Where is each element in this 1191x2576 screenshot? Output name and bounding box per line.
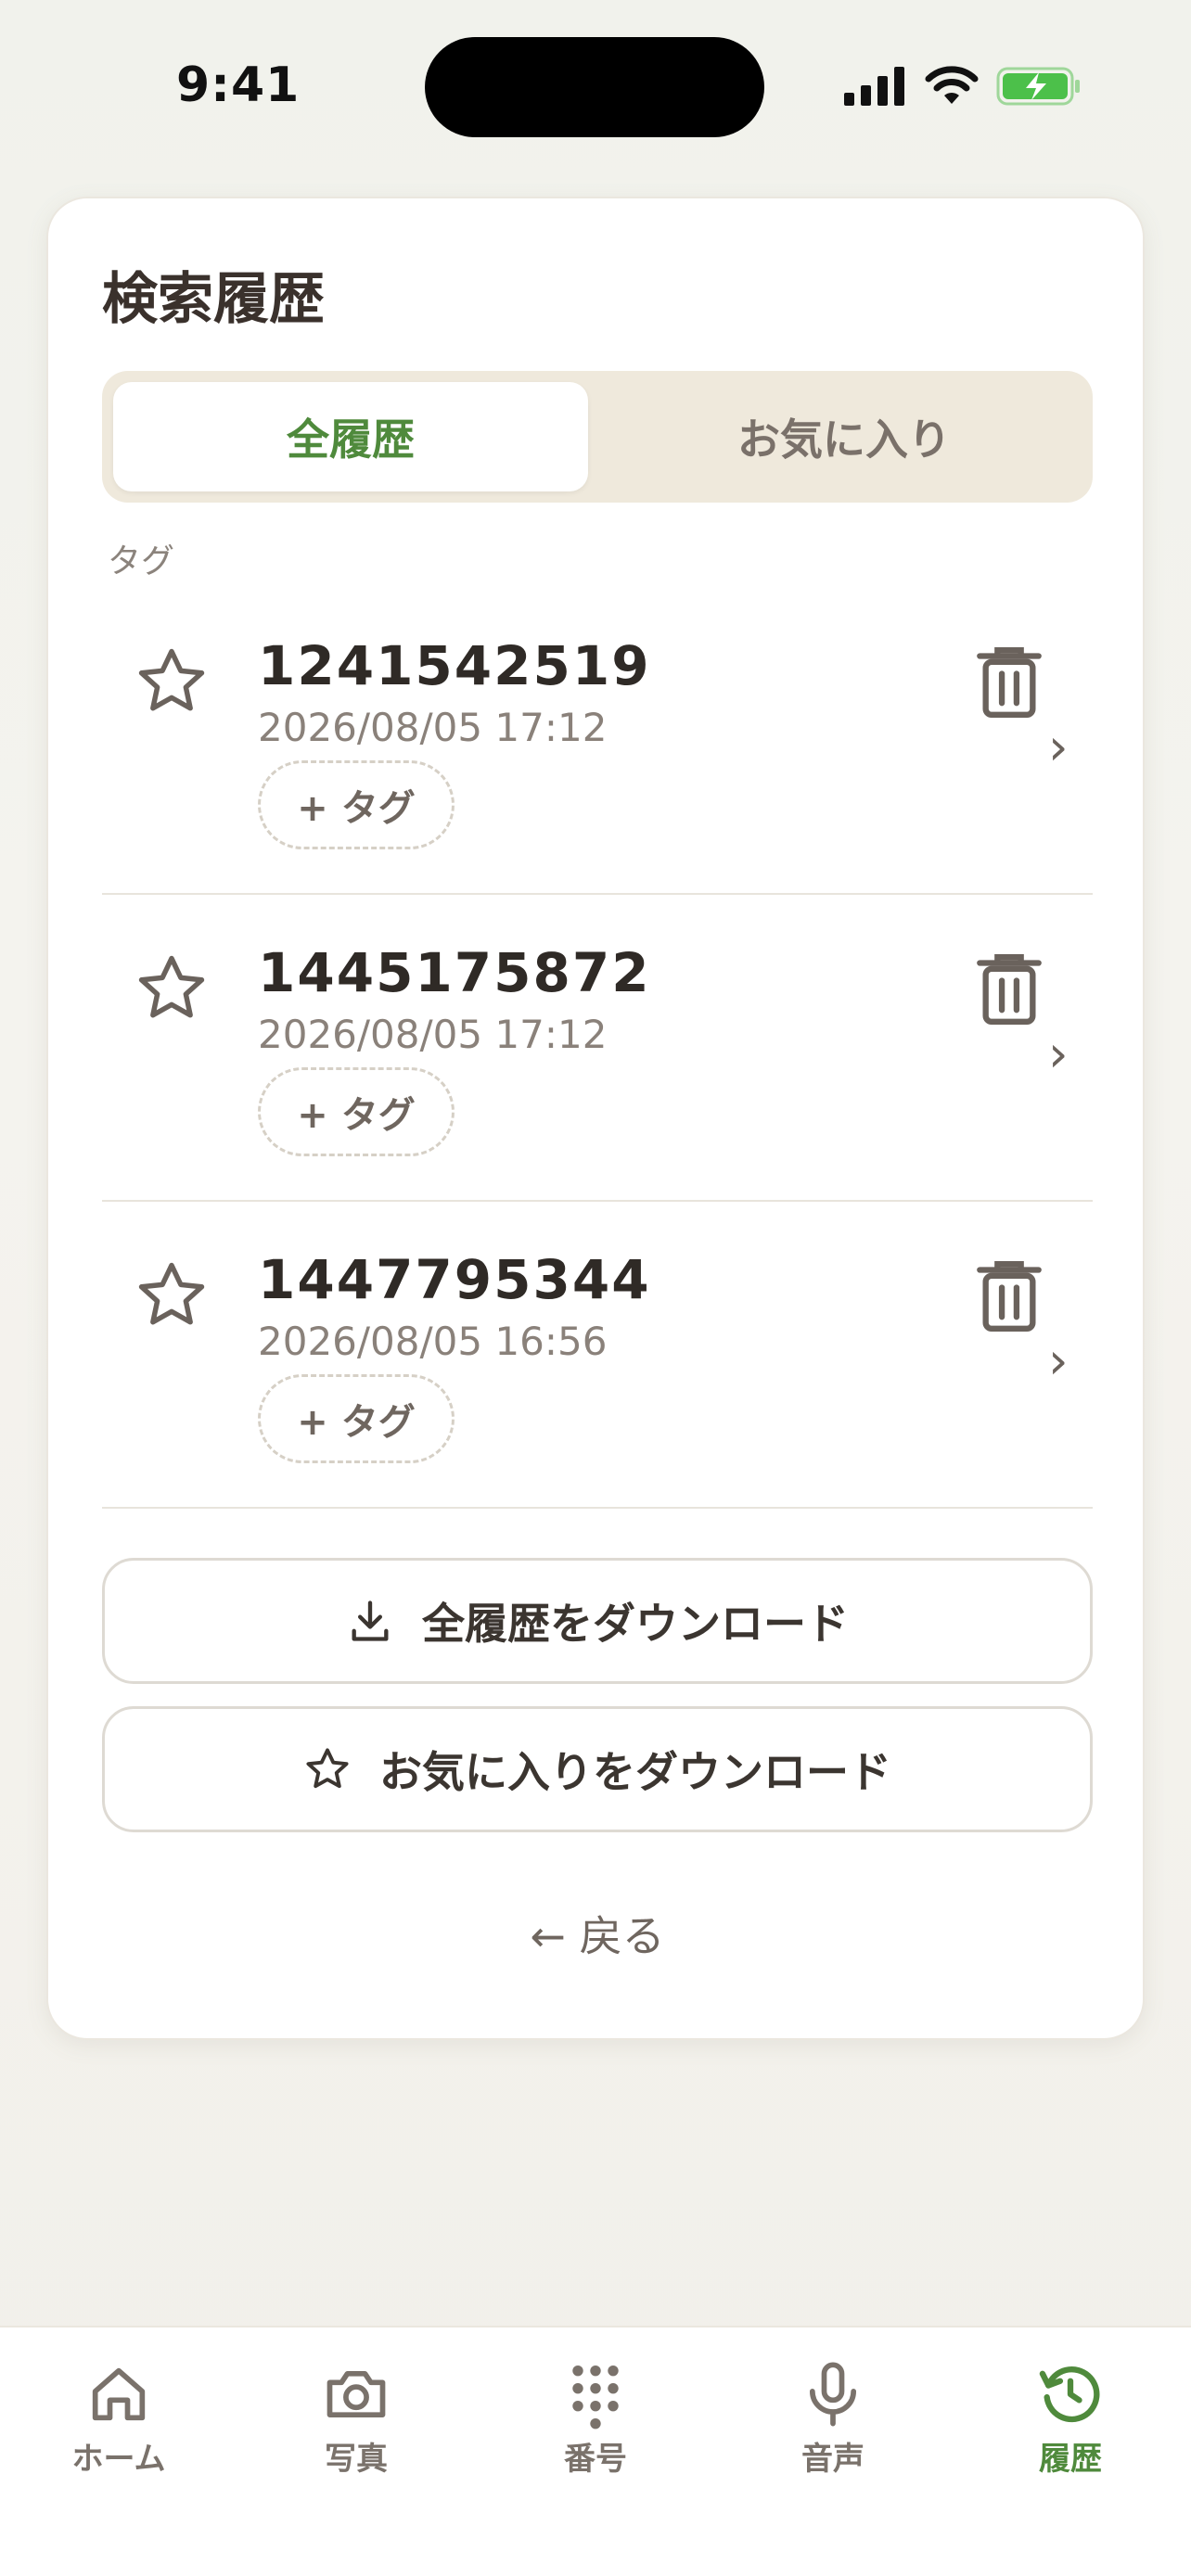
search-number: 1445175872 [258, 941, 651, 1004]
chevron-right-icon[interactable]: › [1048, 1332, 1069, 1390]
back-link[interactable]: ← 戻る [48, 1903, 1146, 1964]
star-icon[interactable] [134, 644, 210, 720]
download-all-button[interactable]: 全履歴をダウンロード [102, 1558, 1093, 1684]
star-icon[interactable] [134, 950, 210, 1027]
tab-home-label: ホーム [71, 2441, 166, 2478]
add-tag-button[interactable]: + タグ [258, 760, 455, 849]
trash-icon[interactable] [974, 950, 1044, 1028]
history-list: 1241542519 2026/08/05 17:12 + タグ › 14451… [102, 588, 1093, 1509]
list-item[interactable]: 1447795344 2026/08/05 16:56 + タグ › [102, 1202, 1093, 1509]
search-number: 1241542519 [258, 634, 651, 697]
cellular-signal-icon [844, 67, 904, 106]
keypad-icon [572, 2365, 619, 2429]
battery-charging-icon [996, 67, 1080, 106]
tab-all-history[interactable]: 全履歴 [113, 382, 588, 491]
search-date: 2026/08/05 17:12 [258, 705, 608, 750]
page-title: 検索履歴 [102, 267, 325, 332]
tab-number-label: 番号 [564, 2441, 627, 2478]
download-icon [352, 1600, 389, 1641]
status-bar: 9:41 [0, 0, 1191, 176]
history-card: 検索履歴 全履歴 お気に入り タグ 1241542519 2026/08/05 … [46, 197, 1145, 2040]
camera-icon [327, 2370, 386, 2418]
trash-icon[interactable] [974, 1257, 1044, 1335]
tab-photo[interactable]: 写真 [263, 2359, 449, 2479]
tag-section-label: タグ [108, 542, 175, 580]
microphone-icon [809, 2362, 857, 2427]
add-tag-button[interactable]: + タグ [258, 1374, 455, 1463]
segmented-control: 全履歴 お気に入り [102, 371, 1093, 503]
download-all-label: 全履歴をダウンロード [422, 1599, 849, 1649]
tab-home[interactable]: ホーム [26, 2359, 211, 2479]
search-date: 2026/08/05 16:56 [258, 1319, 608, 1364]
tab-favorites[interactable]: お気に入り [607, 382, 1082, 491]
tab-number[interactable]: 番号 [503, 2359, 688, 2479]
wifi-icon [925, 66, 979, 104]
download-favorites-label: お気に入りをダウンロード [379, 1747, 891, 1797]
dynamic-island [425, 37, 764, 137]
chevron-right-icon[interactable]: › [1048, 1025, 1069, 1083]
chevron-right-icon[interactable]: › [1048, 718, 1069, 776]
status-time: 9:41 [176, 57, 301, 113]
trash-icon[interactable] [974, 644, 1044, 721]
tab-history-label: 履歴 [1039, 2441, 1102, 2478]
add-tag-button[interactable]: + タグ [258, 1067, 455, 1156]
search-date: 2026/08/05 17:12 [258, 1012, 608, 1057]
history-clock-icon [1039, 2366, 1100, 2423]
bottom-tab-bar: ホーム 写真 番号 音声 履歴 [0, 2326, 1191, 2576]
star-icon[interactable] [134, 1257, 210, 1333]
list-item[interactable]: 1241542519 2026/08/05 17:12 + タグ › [102, 588, 1093, 895]
tab-photo-label: 写真 [325, 2441, 388, 2478]
tab-voice-label: 音声 [801, 2441, 864, 2478]
tab-voice[interactable]: 音声 [740, 2359, 926, 2479]
download-favorites-button[interactable]: お気に入りをダウンロード [102, 1706, 1093, 1832]
star-icon [306, 1748, 349, 1789]
list-item[interactable]: 1445175872 2026/08/05 17:12 + タグ › [102, 895, 1093, 1202]
search-number: 1447795344 [258, 1248, 651, 1311]
home-icon [92, 2367, 146, 2421]
tab-history[interactable]: 履歴 [978, 2359, 1163, 2479]
